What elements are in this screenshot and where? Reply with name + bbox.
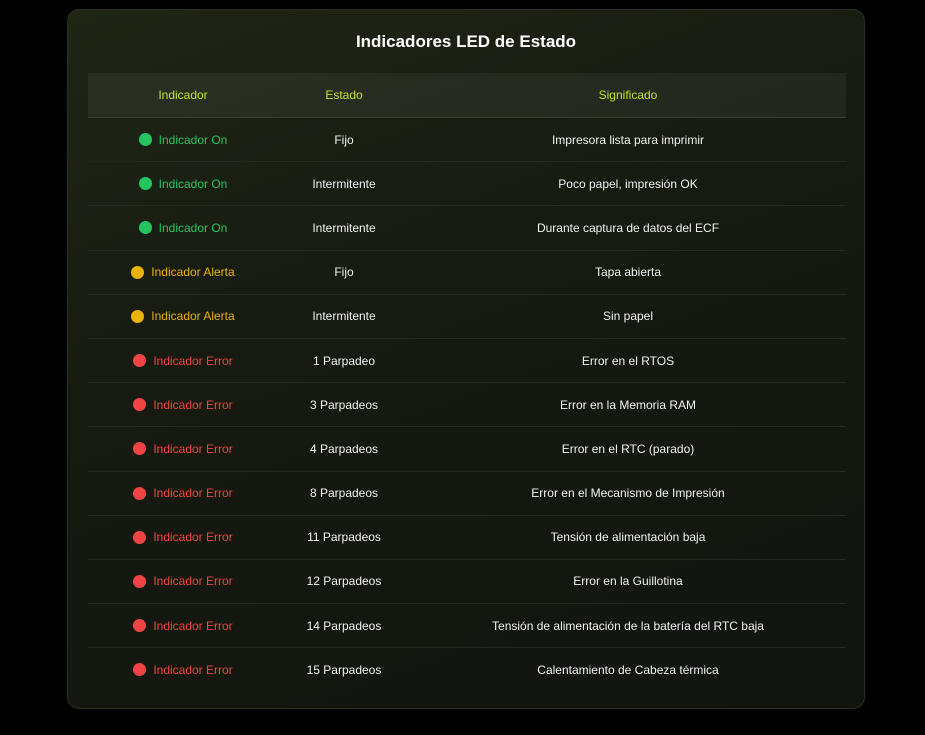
- cell-meaning: Tensión de alimentación de la batería de…: [492, 618, 764, 633]
- status-dot-icon: [133, 530, 147, 544]
- cell-indicator: Indicador On: [88, 133, 278, 147]
- status-dot-icon: [133, 574, 147, 588]
- status-dot-icon: [138, 133, 152, 147]
- cell-indicator: Indicador Error: [88, 486, 278, 500]
- cell-indicator: Indicador On: [88, 177, 278, 191]
- cell-indicator: Indicador Error: [88, 619, 278, 633]
- cell-indicator: Indicador Error: [88, 530, 278, 544]
- cell-state: Intermitente: [312, 176, 376, 191]
- table-row: Indicador Error 15 Parpadeos Calentamiento…: [88, 648, 846, 691]
- cell-meaning: Durante captura de datos del ECF: [536, 220, 720, 235]
- table-row: Indicador Error 8 Parpadeos Error en el Me…: [88, 472, 846, 516]
- table-row: Indicador Error 3 Parpadeos Error en la Me…: [88, 383, 846, 428]
- table-row: Indicador Error 1 Parpadeo Error en el RTO…: [88, 339, 846, 384]
- cell-state: Fijo: [334, 265, 354, 280]
- cell-state: 3 Parpadeos: [309, 397, 379, 412]
- table-row: Indicador Error 14 Parpadeos Tensión de al…: [88, 604, 846, 649]
- table-row: Indicador Error 4 Parpadeos Error en el RT…: [88, 427, 846, 472]
- cell-state: 11 Parpadeos: [307, 530, 381, 545]
- status-dot-icon: [133, 663, 147, 677]
- table-row: Indicador Alerta Fijo Tapa abierta: [88, 251, 846, 295]
- indicator-label: Indicador On: [158, 176, 228, 191]
- table-body: Indicador On Fijo Impresora lista para imp…: [88, 118, 846, 691]
- cell-indicator: Indicador Error: [88, 354, 278, 368]
- cell-state: Intermitente: [312, 220, 376, 235]
- cell-meaning: Error en el RTC (parado): [561, 441, 695, 456]
- cell-state: 8 Parpadeos: [309, 486, 379, 501]
- indicator-label: Indicador Error: [153, 574, 233, 589]
- indicator-label: Indicador Error: [153, 397, 233, 412]
- cell-meaning: Error en la Guillotina: [573, 574, 683, 589]
- cell-meaning: Error en el Mecanismo de Impresión: [531, 486, 725, 501]
- cell-state: 1 Parpadeo: [312, 353, 376, 368]
- cell-indicator: Indicador On: [88, 221, 278, 235]
- cell-indicator: Indicador Error: [88, 442, 278, 456]
- indicator-label: Indicador Error: [153, 618, 233, 633]
- table-row: Indicador Alerta Intermitente Sin papel: [88, 295, 846, 339]
- indicator-wrap: Indicador On: [88, 177, 278, 191]
- header-meaning: Significado: [598, 88, 658, 102]
- indicator-wrap: Indicador Alerta: [88, 265, 278, 279]
- indicator-label: Indicador Error: [153, 662, 233, 677]
- status-dot-icon: [133, 486, 147, 500]
- cell-state: 14 Parpadeos: [306, 618, 382, 633]
- cell-state: 15 Parpadeos: [306, 662, 382, 677]
- cell-state: Intermitente: [312, 309, 376, 324]
- cell-indicator: Indicador Error: [88, 663, 278, 677]
- table-row: Indicador Error 11 Parpadeos Tensión de al…: [88, 516, 846, 560]
- status-dot-icon: [131, 265, 145, 279]
- cell-indicator: Indicador Error: [88, 574, 278, 588]
- cell-meaning: Error en la Memoria RAM: [559, 397, 697, 412]
- header-state: Estado: [325, 88, 363, 102]
- indicator-label: Indicador On: [158, 132, 228, 147]
- cell-meaning: Sin papel: [602, 309, 654, 324]
- cell-meaning: Calentamiento de Cabeza térmica: [537, 662, 719, 677]
- indicator-wrap: Indicador Error: [88, 530, 278, 544]
- indicator-wrap: Indicador Error: [88, 442, 278, 456]
- status-dot-icon: [133, 619, 147, 633]
- indicator-wrap: Indicador Alerta: [88, 309, 278, 323]
- indicator-wrap: Indicador On: [88, 221, 278, 235]
- cell-state: Fijo: [334, 132, 354, 147]
- indicator-wrap: Indicador Error: [88, 574, 278, 588]
- cell-meaning: Impresora lista para imprimir: [551, 132, 705, 147]
- cell-meaning: Tensión de alimentación baja: [550, 530, 706, 545]
- table-header: Indicador Estado Significado: [88, 73, 846, 118]
- status-dot-icon: [133, 442, 147, 456]
- indicator-label: Indicador Error: [153, 530, 233, 545]
- indicator-wrap: Indicador Error: [88, 398, 278, 412]
- cell-meaning: Poco papel, impresión OK: [558, 176, 698, 191]
- table-row: Indicador On Intermitente Poco papel, impr…: [88, 162, 846, 207]
- led-status-table: Indicador Estado Significado Indicador O…: [88, 73, 846, 691]
- indicator-label: Indicador Alerta: [151, 265, 235, 280]
- table-row: Indicador On Intermitente Durante captura …: [88, 206, 846, 251]
- header-indicator: Indicador: [158, 88, 208, 102]
- table-row: Indicador Error 12 Parpadeos Error en la G…: [88, 560, 846, 605]
- cell-meaning: Error en el RTOS: [581, 353, 675, 368]
- page-title: Indicadores LED de Estado: [355, 32, 577, 51]
- indicator-label: Indicador Error: [153, 441, 233, 456]
- indicator-wrap: Indicador Error: [88, 354, 278, 368]
- indicator-label: Indicador Error: [153, 486, 233, 501]
- cell-indicator: Indicador Alerta: [88, 265, 278, 279]
- indicator-label: Indicador Alerta: [151, 309, 235, 324]
- status-dot-icon: [138, 177, 152, 191]
- indicator-wrap: Indicador Error: [88, 486, 278, 500]
- cell-state: 4 Parpadeos: [309, 441, 379, 456]
- cell-indicator: Indicador Error: [88, 398, 278, 412]
- indicator-label: Indicador On: [158, 220, 228, 235]
- cell-state: 12 Parpadeos: [306, 574, 382, 589]
- status-dot-icon: [138, 221, 152, 235]
- table-row: Indicador On Fijo Impresora lista para imp…: [88, 118, 846, 163]
- indicator-wrap: Indicador Error: [88, 619, 278, 633]
- status-dot-icon: [131, 309, 145, 323]
- led-status-card: Indicadores LED de Estado Indicador Esta…: [67, 9, 865, 709]
- cell-indicator: Indicador Alerta: [88, 309, 278, 323]
- cell-meaning: Tapa abierta: [594, 265, 662, 280]
- indicator-wrap: Indicador On: [88, 133, 278, 147]
- indicator-label: Indicador Error: [153, 353, 233, 368]
- indicator-wrap: Indicador Error: [88, 663, 278, 677]
- status-dot-icon: [133, 354, 147, 368]
- status-dot-icon: [133, 398, 147, 412]
